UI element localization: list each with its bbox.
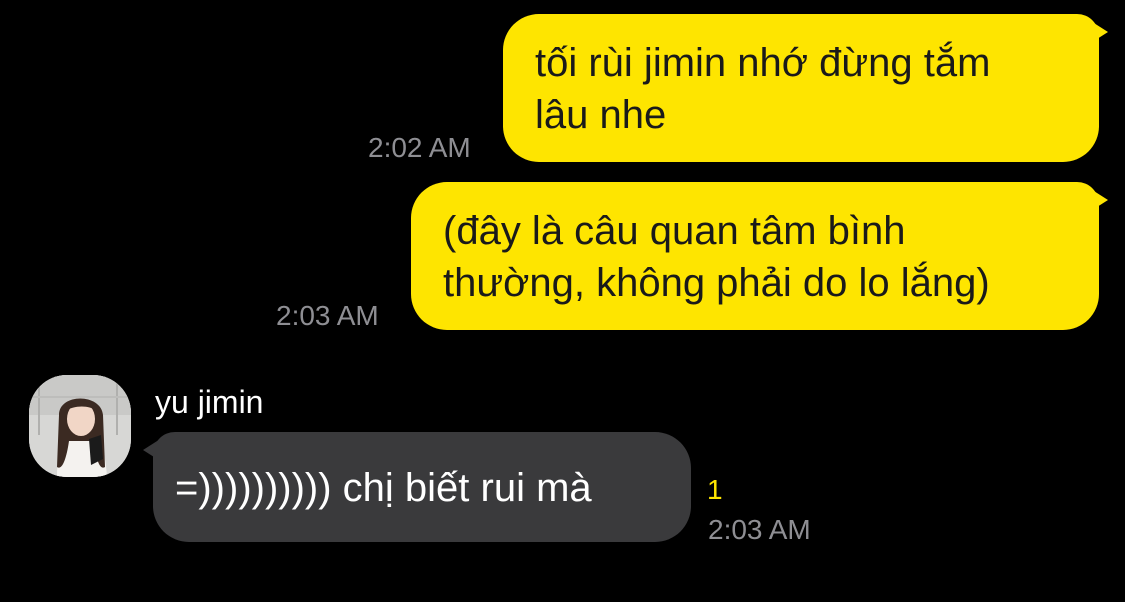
avatar-photo-icon <box>29 375 131 477</box>
message-timestamp: 2:03 AM <box>276 300 379 331</box>
message-timestamp: 2:03 AM <box>708 514 811 545</box>
message-timestamp: 2:02 AM <box>368 132 471 163</box>
outgoing-message-bubble[interactable]: (đây là câu quan tâm bình thường, không … <box>411 182 1099 330</box>
incoming-message-bubble[interactable]: =)))))))))) chị biết rui mà <box>153 432 691 542</box>
outgoing-message-bubble[interactable]: tối rùi jimin nhớ đừng tắm lâu nhe <box>503 14 1099 162</box>
contact-avatar[interactable] <box>29 375 131 477</box>
unread-count-badge: 1 <box>707 474 723 505</box>
sender-name: yu jimin <box>155 384 264 420</box>
